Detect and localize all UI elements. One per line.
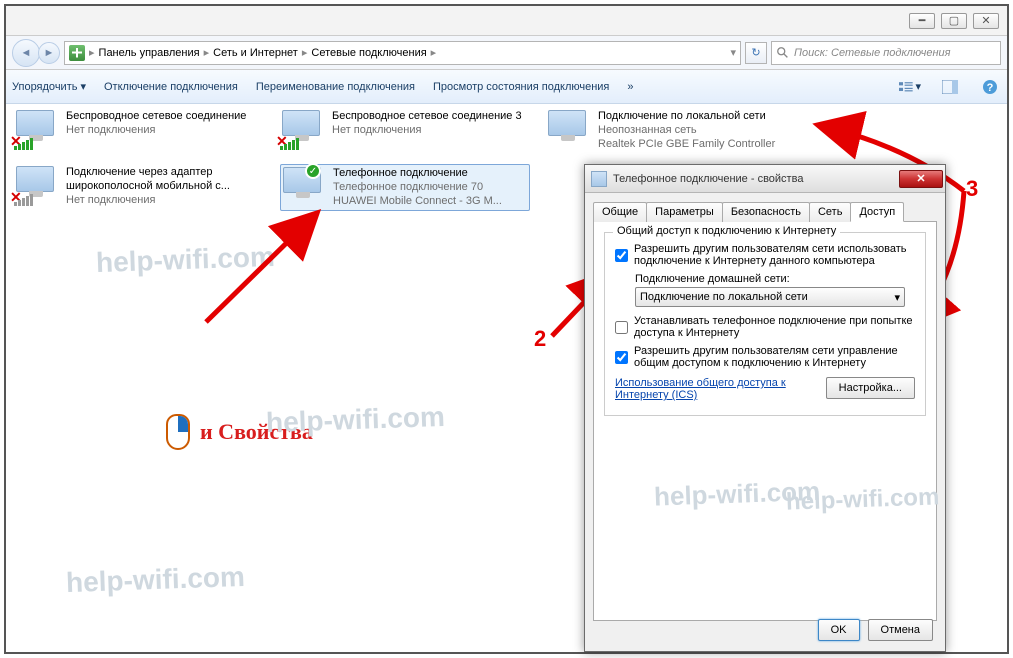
chevron-down-icon: ▾ [894,291,900,304]
dial-on-demand-checkbox[interactable] [615,316,628,339]
window-titlebar: ━ ▢ ✕ [6,6,1007,36]
view-status-button[interactable]: Просмотр состояния подключения [433,81,609,93]
settings-button[interactable]: Настройка... [826,377,915,399]
cancel-button[interactable]: Отмена [868,619,933,641]
allow-sharing-checkbox[interactable] [615,244,628,267]
connection-wireless[interactable]: ✕ Беспроводное сетевое соединениеНет под… [16,110,266,148]
tab-strip: Общие Параметры Безопасность Сеть Доступ [593,202,937,222]
close-button[interactable]: ✕ [973,13,999,29]
dialog-icon [591,171,607,187]
breadcrumb-l2[interactable]: Сеть и Интернет [213,47,298,59]
connection-dialup[interactable]: ✓ Телефонное подключениеТелефонное подкл… [280,164,530,211]
right-click-annotation: и Свойства [166,414,313,450]
watermark: help-wifi.com [654,470,977,512]
back-button[interactable]: ◄ [12,39,40,67]
tab-access[interactable]: Доступ [850,202,904,222]
search-input[interactable]: Поиск: Сетевые подключения [771,41,1001,65]
tab-general[interactable]: Общие [593,202,647,222]
address-dropdown-icon[interactable]: ▾ [730,46,736,59]
properties-dialog: Телефонное подключение - свойства ✕ Общи… [584,164,946,652]
mouse-icon [166,414,190,450]
tab-security[interactable]: Безопасность [722,202,810,222]
refresh-button[interactable]: ↻ [745,42,767,64]
control-panel-icon [69,45,85,61]
view-options-button[interactable]: ▾ [899,76,921,98]
home-network-select[interactable]: Подключение по локальной сети ▾ [635,287,905,307]
breadcrumb-root[interactable]: Панель управления [99,47,200,59]
tab-panel-access: Общий доступ к подключению к Интернету Р… [593,221,937,621]
address-bar[interactable]: ▸ Панель управления ▸ Сеть и Интернет ▸ … [64,41,741,65]
disable-connection-button[interactable]: Отключение подключения [104,81,238,93]
help-button[interactable]: ? [979,76,1001,98]
preview-pane-button[interactable] [939,76,961,98]
rename-connection-button[interactable]: Переименование подключения [256,81,415,93]
search-icon [776,46,790,60]
maximize-button[interactable]: ▢ [941,13,967,29]
ok-button[interactable]: OK [818,619,860,641]
watermark: help-wifi.com [95,241,275,279]
dialog-close-button[interactable]: ✕ [899,170,943,188]
forward-button[interactable]: ► [38,42,60,64]
annotation-number-2: 2 [534,326,546,352]
connection-wireless-3[interactable]: ✕ Беспроводное сетевое соединение 3Нет п… [282,110,532,148]
watermark: help-wifi.com [65,561,245,599]
ics-group: Общий доступ к подключению к Интернету Р… [604,232,926,416]
allow-control-checkbox[interactable] [615,346,628,369]
nav-bar: ◄ ► ▸ Панель управления ▸ Сеть и Интерне… [6,36,1007,70]
explorer-window: ━ ▢ ✕ ◄ ► ▸ Панель управления ▸ Сеть и И… [4,4,1009,654]
ics-help-link[interactable]: Использование общего доступа к Интернету… [615,377,826,401]
command-bar: Упорядочить▾ Отключение подключения Пере… [6,70,1007,104]
svg-text:?: ? [987,82,994,94]
connection-mobile-broadband[interactable]: ✕ Подключение через адаптер широкополосн… [16,166,266,207]
annotation-number-3: 3 [966,176,978,202]
tab-network[interactable]: Сеть [809,202,851,222]
connection-lan[interactable]: Подключение по локальной сетиНеопознанна… [548,110,798,151]
minimize-button[interactable]: ━ [909,13,935,29]
dialog-titlebar: Телефонное подключение - свойства ✕ [585,165,945,193]
organize-menu[interactable]: Упорядочить▾ [12,80,86,93]
breadcrumb-l3[interactable]: Сетевые подключения [311,47,426,59]
connected-icon: ✓ [305,163,321,179]
tab-params[interactable]: Параметры [646,202,723,222]
